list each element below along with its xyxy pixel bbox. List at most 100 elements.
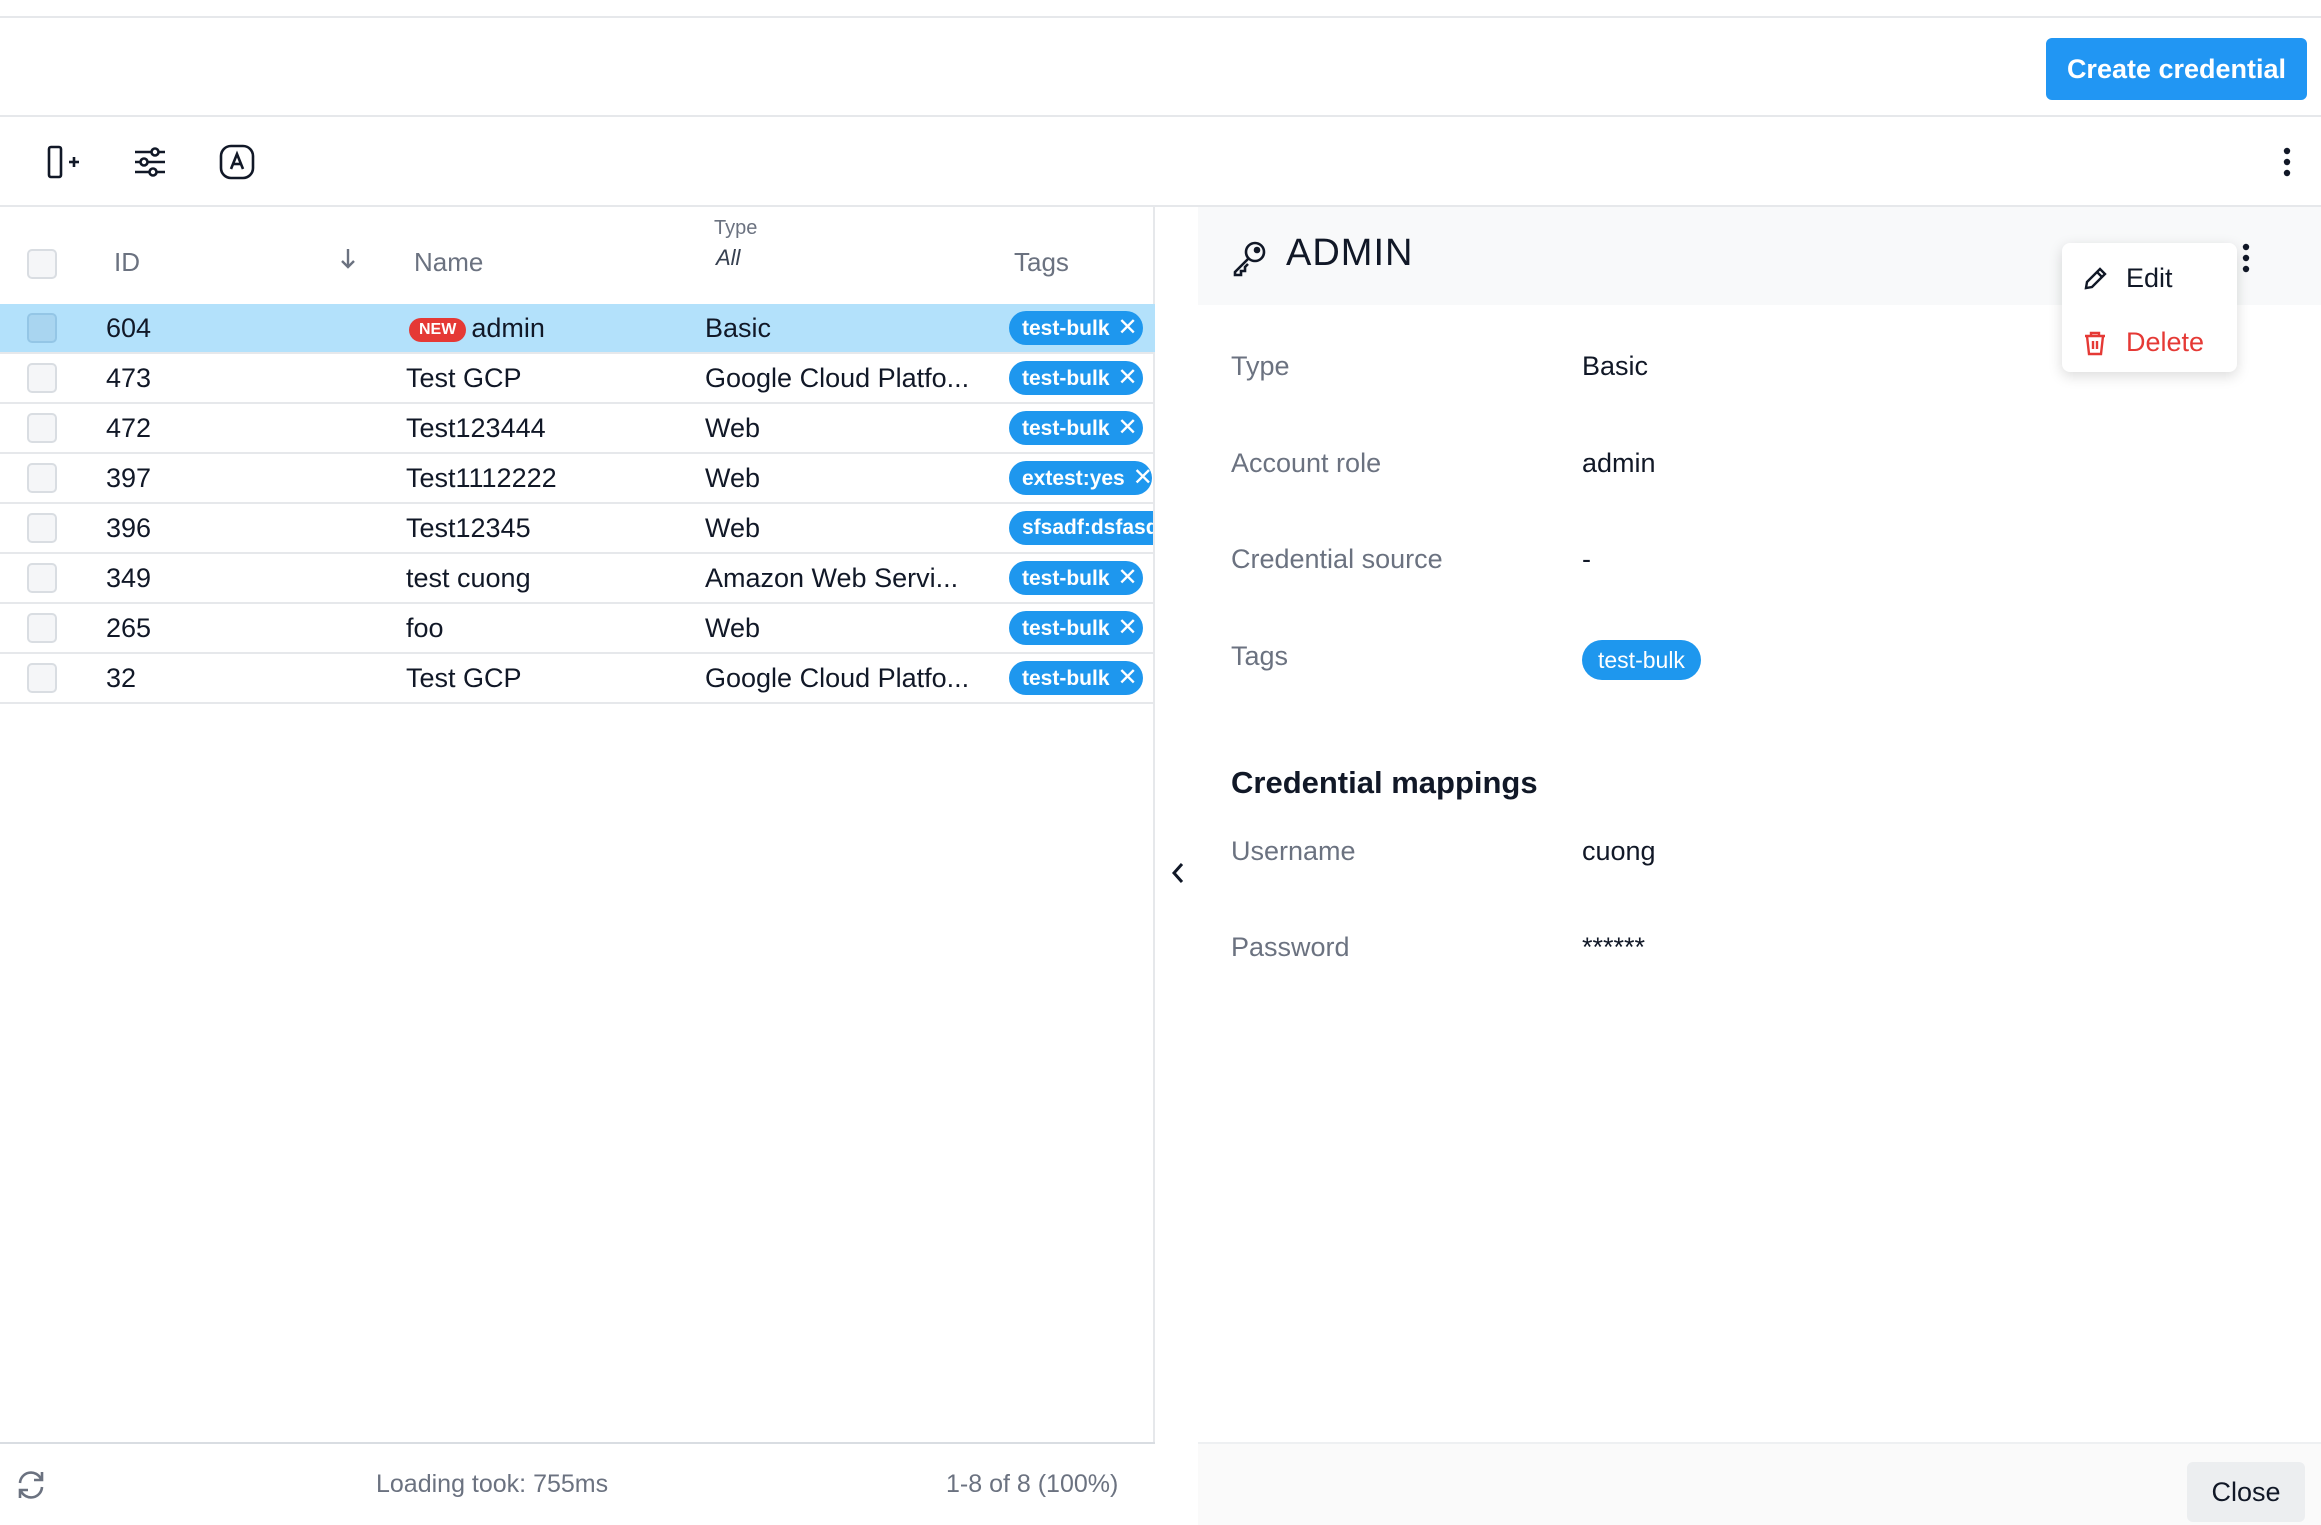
remove-tag-icon[interactable]: ✕ xyxy=(1118,361,1138,395)
cell-name-text: test cuong xyxy=(406,563,531,593)
row-checkbox[interactable] xyxy=(27,563,57,593)
remove-tag-icon[interactable]: ✕ xyxy=(1118,311,1138,345)
menu-item-delete[interactable]: Delete xyxy=(2062,313,2237,371)
create-credential-button[interactable]: Create credential xyxy=(2046,38,2307,100)
more-vertical-icon[interactable] xyxy=(2281,147,2293,177)
cell-id: 397 xyxy=(106,463,152,493)
close-button[interactable]: Close xyxy=(2187,1462,2305,1522)
tag-chip[interactable]: test-bulk ✕ xyxy=(1009,661,1143,695)
cell-id: 604 xyxy=(106,313,152,343)
table-header: ID Name Type All Tags xyxy=(0,207,1155,304)
tag-chip[interactable]: test-bulk ✕ xyxy=(1009,311,1143,345)
tag-chip-label: test-bulk xyxy=(1022,617,1110,640)
chevron-left-icon[interactable] xyxy=(1168,858,1188,888)
table-row[interactable]: 349 test cuong Amazon Web Servi... test-bul… xyxy=(0,554,1155,604)
cell-name: NEW admin xyxy=(409,313,545,344)
field-label-account-role: Account role xyxy=(1231,448,1382,478)
pagination-text: 1-8 of 8 (100%) xyxy=(946,1470,1119,1498)
sort-down-arrow-icon[interactable] xyxy=(338,247,358,271)
toolbar xyxy=(0,117,2321,207)
tag-chip-label: test-bulk xyxy=(1022,567,1110,590)
cell-name: Test12345 xyxy=(406,513,531,544)
credential-detail-panel: ADMIN Type Basic Account role admin Cred… xyxy=(1198,207,2321,1525)
more-vertical-icon[interactable] xyxy=(2240,243,2252,273)
cell-type: Web xyxy=(705,513,761,543)
cell-type: Google Cloud Platfo... xyxy=(705,363,970,393)
menu-item-edit-label: Edit xyxy=(2126,263,2173,293)
cell-type: Web xyxy=(705,413,761,443)
refresh-icon[interactable] xyxy=(14,1468,48,1502)
cell-type: Basic xyxy=(705,313,772,343)
row-checkbox[interactable] xyxy=(27,313,57,343)
table-row[interactable]: 604 NEW admin Basic test-bulk ✕ xyxy=(0,304,1155,354)
column-header-type[interactable]: Type xyxy=(714,217,757,240)
tag-chip[interactable]: sfsadf:dsfasd xyxy=(1009,511,1153,545)
section-title-credential-mappings: Credential mappings xyxy=(1231,765,1538,800)
column-header-tags[interactable]: Tags xyxy=(1014,247,1069,278)
cell-name-text: Test1112222 xyxy=(406,463,557,493)
field-label-tags: Tags xyxy=(1231,641,1289,671)
field-value-type: Basic xyxy=(1582,351,1649,381)
column-header-name[interactable]: Name xyxy=(414,247,483,278)
pencil-icon xyxy=(2084,267,2107,290)
remove-tag-icon[interactable]: ✕ xyxy=(1118,661,1138,695)
cell-type: Amazon Web Servi... xyxy=(705,563,959,593)
field-label-type: Type xyxy=(1231,351,1290,381)
table-row[interactable]: 472 Test123444 Web test-bulk ✕ xyxy=(0,404,1155,454)
cell-type: Google Cloud Platfo... xyxy=(705,663,970,693)
cell-id: 32 xyxy=(106,663,137,693)
field-value-account-role: admin xyxy=(1582,448,1656,478)
row-checkbox[interactable] xyxy=(27,613,57,643)
credentials-table-panel: ID Name Type All Tags 604 NEW admin Basic te… xyxy=(0,207,1155,1442)
cell-name: foo xyxy=(406,613,444,644)
loading-time-text: Loading took: 755ms xyxy=(376,1470,609,1498)
type-filter-value[interactable]: All xyxy=(716,245,740,271)
table-row[interactable]: 473 Test GCP Google Cloud Platfo... test-bu… xyxy=(0,354,1155,404)
cell-name-text: Test GCP xyxy=(406,363,522,393)
cell-name: Test GCP xyxy=(406,663,522,694)
row-checkbox[interactable] xyxy=(27,363,57,393)
menu-item-delete-label: Delete xyxy=(2126,327,2205,357)
tag-chip[interactable]: test-bulk ✕ xyxy=(1009,361,1143,395)
detail-tag: test-bulk xyxy=(1582,640,1701,680)
column-header-id[interactable]: ID xyxy=(114,247,140,278)
tag-chip[interactable]: extest:yes ✕ xyxy=(1009,461,1152,495)
mapping-value-password: ****** xyxy=(1582,932,1646,962)
mapping-label-password: Password xyxy=(1231,932,1350,962)
row-checkbox[interactable] xyxy=(27,663,57,693)
cell-name-text: admin xyxy=(471,313,545,343)
tag-chip[interactable]: test-bulk ✕ xyxy=(1009,611,1143,645)
row-checkbox[interactable] xyxy=(27,513,57,543)
add-column-icon[interactable] xyxy=(40,139,86,185)
cell-id: 349 xyxy=(106,563,152,593)
remove-tag-icon[interactable]: ✕ xyxy=(1118,411,1138,445)
table-row[interactable]: 32 Test GCP Google Cloud Platfo... test-bul… xyxy=(0,654,1155,704)
account-icon[interactable] xyxy=(214,139,260,185)
cell-name: test cuong xyxy=(406,563,531,594)
actions-menu: Edit Delete xyxy=(2062,243,2237,372)
table-row[interactable]: 265 foo Web test-bulk ✕ xyxy=(0,604,1155,654)
menu-item-edit[interactable]: Edit xyxy=(2062,249,2237,307)
cell-type: Web xyxy=(705,463,761,493)
filter-sliders-icon[interactable] xyxy=(127,139,173,185)
remove-tag-icon[interactable]: ✕ xyxy=(1118,611,1138,645)
tag-chip[interactable]: test-bulk ✕ xyxy=(1009,411,1143,445)
mapping-label-username: Username xyxy=(1231,836,1356,866)
cell-name-text: Test123444 xyxy=(406,413,546,443)
cell-id: 396 xyxy=(106,513,152,543)
cell-name-text: foo xyxy=(406,613,444,643)
table-row[interactable]: 396 Test12345 Web sfsadf:dsfasd xyxy=(0,504,1155,554)
row-checkbox[interactable] xyxy=(27,463,57,493)
cell-id: 265 xyxy=(106,613,152,643)
remove-tag-icon[interactable]: ✕ xyxy=(1118,561,1138,595)
select-all-checkbox[interactable] xyxy=(27,249,57,279)
cell-name: Test123444 xyxy=(406,413,546,444)
key-icon xyxy=(1233,241,1266,277)
row-checkbox[interactable] xyxy=(27,413,57,443)
remove-tag-icon[interactable]: ✕ xyxy=(1133,461,1152,495)
tag-chip-label: test-bulk xyxy=(1022,367,1110,390)
cell-name-text: Test12345 xyxy=(406,513,531,543)
cell-id: 473 xyxy=(106,363,152,393)
table-row[interactable]: 397 Test1112222 Web extest:yes ✕ xyxy=(0,454,1155,504)
tag-chip[interactable]: test-bulk ✕ xyxy=(1009,561,1143,595)
